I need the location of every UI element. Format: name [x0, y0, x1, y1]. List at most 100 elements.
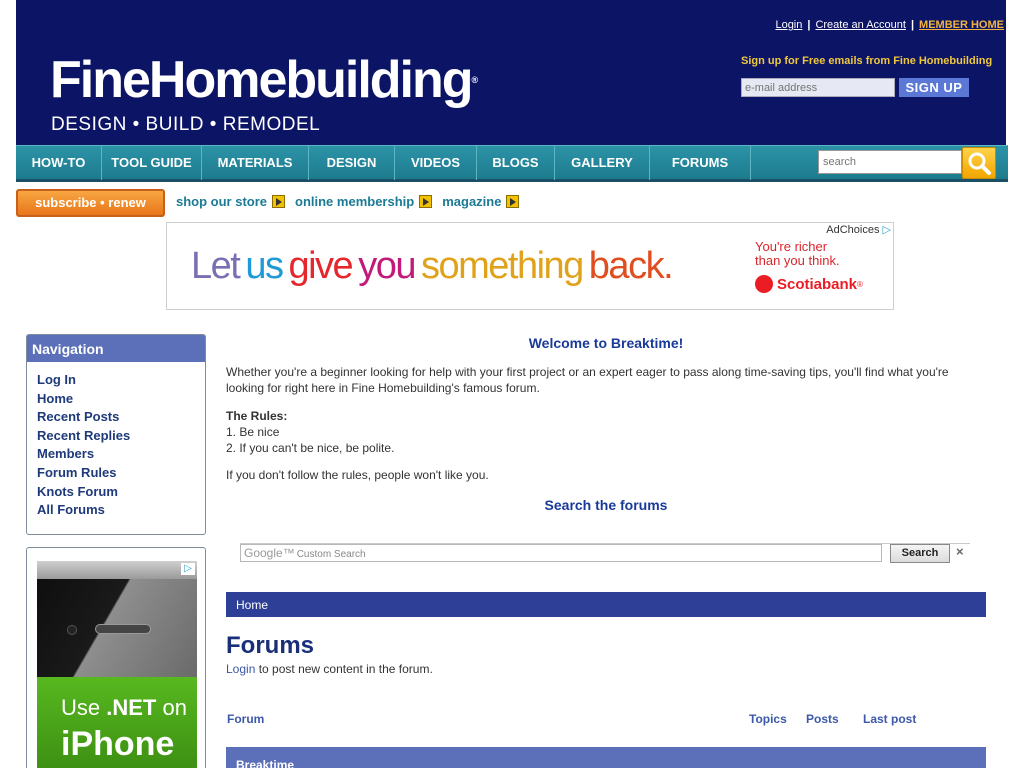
- ad-slogan-line-1: You're richer: [755, 239, 828, 254]
- page-title: Forums: [226, 632, 315, 659]
- nav-item-materials[interactable]: MATERIALS: [202, 146, 309, 180]
- adchoices-icon: ▷: [882, 224, 891, 236]
- rules-title: The Rules:: [226, 409, 288, 423]
- intro-text: Whether you're a beginner looking for he…: [226, 365, 949, 395]
- site-search-input[interactable]: [818, 150, 962, 174]
- breadcrumb-home[interactable]: Home: [236, 598, 268, 612]
- account-links: Login | Create an Account | MEMBER HOME: [775, 19, 1004, 31]
- ad-phone-frame: [37, 561, 197, 579]
- ad-headline-word: something: [420, 245, 584, 287]
- site-logo-text: FineHomebuilding: [50, 51, 474, 109]
- sidebar-ad[interactable]: ▷ Use .NET on iPhone: [26, 547, 206, 768]
- subscribe-renew-button[interactable]: subscribe • renew: [16, 189, 165, 217]
- ad-brand: Scotiabank ®: [755, 275, 863, 293]
- custom-search-input[interactable]: Google™ Custom Search: [240, 544, 882, 562]
- nav-item-videos[interactable]: VIDEOS: [395, 146, 477, 180]
- site-header: FineHomebuilding® DESIGN • BUILD • REMOD…: [16, 0, 1006, 145]
- phone-camera-icon: [67, 625, 77, 635]
- column-forum[interactable]: Forum: [227, 712, 264, 726]
- adchoices-label: AdChoices: [826, 224, 880, 236]
- custom-search-placeholder: Custom Search: [296, 549, 366, 560]
- page: FineHomebuilding® DESIGN • BUILD • REMOD…: [0, 0, 1024, 768]
- separator: |: [807, 19, 811, 31]
- nav-item-tool-guide[interactable]: TOOL GUIDE: [102, 146, 202, 180]
- custom-search-button[interactable]: Search: [890, 544, 950, 563]
- column-topics[interactable]: Topics: [749, 712, 787, 726]
- banner-ad[interactable]: AdChoices ▷ Let us give you something back. Y…: [166, 222, 894, 310]
- adchoices-icon[interactable]: ▷: [181, 563, 195, 575]
- nav-item-blogs[interactable]: BLOGS: [477, 146, 555, 180]
- custom-search: Google™ Custom Search Search ×: [240, 543, 970, 563]
- ad-line-2: iPhone: [61, 725, 175, 763]
- ad-line-1: Use .NET on: [61, 695, 187, 721]
- sidebar-item-home[interactable]: Home: [37, 390, 205, 409]
- login-link[interactable]: Login: [775, 19, 802, 31]
- site-search-button[interactable]: [962, 147, 996, 179]
- column-posts[interactable]: Posts: [806, 712, 839, 726]
- sidebar-item-log-in[interactable]: Log In: [37, 371, 205, 390]
- search-icon: [968, 152, 991, 175]
- email-signup-text: Sign up for Free emails from Fine Homebu…: [741, 55, 993, 67]
- ad-headline-word: you: [358, 245, 416, 287]
- store-links: shop our store online membership magazin…: [176, 194, 529, 209]
- login-prompt-link[interactable]: Login: [226, 662, 255, 676]
- ad-headline-word: back.: [588, 245, 674, 287]
- rule-item: 2. If you can't be nice, be polite.: [226, 441, 395, 455]
- create-account-link[interactable]: Create an Account: [815, 19, 906, 31]
- separator: |: [910, 19, 915, 31]
- member-home-link[interactable]: MEMBER HOME: [919, 19, 1004, 31]
- ad-headline-word: give: [288, 245, 353, 287]
- ad-line-1-a: Use: [61, 695, 107, 720]
- online-membership-link[interactable]: online membership: [295, 194, 433, 209]
- forum-name[interactable]: Breaktime: [236, 758, 294, 768]
- site-logo[interactable]: FineHomebuilding®: [50, 50, 478, 110]
- ad-phone-image: ▷: [37, 561, 197, 677]
- close-icon[interactable]: ×: [956, 544, 964, 559]
- sidebar-item-recent-replies[interactable]: Recent Replies: [37, 427, 205, 446]
- scotiabank-logo-icon: [755, 275, 773, 293]
- ad-slogan: You're richer than you think.: [755, 240, 840, 268]
- nav-item-gallery[interactable]: GALLERY: [555, 146, 650, 180]
- sidebar-item-all-forums[interactable]: All Forums: [37, 501, 205, 520]
- shop-store-label: shop our store: [176, 194, 268, 209]
- magazine-link[interactable]: magazine: [442, 194, 520, 209]
- sidebar-navigation: Navigation Log In Home Recent Posts Rece…: [26, 334, 206, 535]
- main-nav: HOW-TO TOOL GUIDE MATERIALS DESIGN VIDEO…: [16, 145, 1008, 182]
- arrow-right-icon: [419, 195, 433, 208]
- adchoices-link[interactable]: AdChoices ▷: [826, 223, 891, 236]
- search-forums-heading: Search the forums: [544, 497, 668, 513]
- nav-item-how-to[interactable]: HOW-TO: [16, 146, 102, 180]
- ad-slogan-line-2: than you think.: [755, 253, 840, 268]
- sidebar-item-recent-posts[interactable]: Recent Posts: [37, 408, 205, 427]
- google-logo: Google™: [244, 546, 295, 560]
- nav-item-design[interactable]: DESIGN: [309, 146, 395, 180]
- ad-green-panel: Use .NET on iPhone: [37, 677, 197, 768]
- ad-brand-name: Scotiabank: [777, 275, 858, 293]
- column-last-post[interactable]: Last post: [863, 712, 916, 726]
- breadcrumb: Home: [226, 592, 986, 617]
- login-prompt-text: to post new content in the forum.: [255, 662, 433, 676]
- email-signup-input[interactable]: [741, 78, 895, 97]
- sidebar-item-forum-rules[interactable]: Forum Rules: [37, 464, 205, 483]
- magazine-label: magazine: [442, 194, 502, 209]
- rules-note: If you don't follow the rules, people wo…: [226, 468, 489, 482]
- ad-brand-mark: ®: [857, 279, 863, 289]
- login-prompt: Login to post new content in the forum.: [226, 662, 433, 676]
- site-tagline: DESIGN • BUILD • REMODEL: [51, 114, 321, 135]
- phone-speaker-icon: [95, 624, 151, 634]
- table-row[interactable]: Breaktime: [226, 747, 986, 768]
- welcome-heading: Welcome to Breaktime!: [528, 335, 684, 351]
- ad-headline-word: Let: [191, 245, 241, 287]
- sidebar-title: Navigation: [27, 335, 205, 362]
- ad-line-1-c: on: [156, 695, 187, 720]
- forum-rules: The Rules: 1. Be nice 2. If you can't be…: [226, 408, 394, 456]
- registered-mark: ®: [471, 75, 479, 85]
- shop-store-link[interactable]: shop our store: [176, 194, 286, 209]
- sidebar-item-knots-forum[interactable]: Knots Forum: [37, 483, 205, 502]
- sign-up-button[interactable]: SIGN UP: [899, 78, 969, 97]
- nav-item-forums[interactable]: FORUMS: [650, 146, 751, 180]
- ad-line-1-b: .NET: [106, 695, 157, 720]
- ad-headline: Let us give you something back.: [191, 245, 678, 288]
- arrow-right-icon: [506, 195, 520, 208]
- sidebar-item-members[interactable]: Members: [37, 445, 205, 464]
